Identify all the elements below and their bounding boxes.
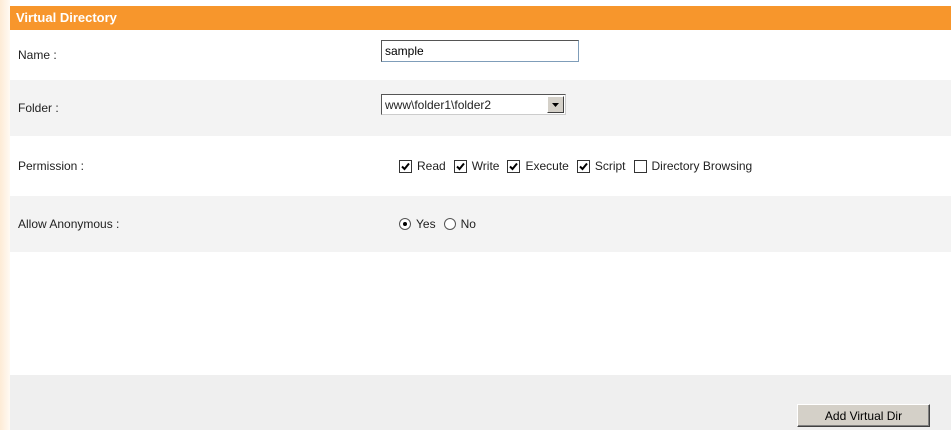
checkbox-unchecked-icon[interactable]	[633, 159, 647, 173]
permission-row: Permission : Read Write Execute Script Direc…	[10, 136, 951, 196]
anonymous-options: Yes No	[399, 217, 484, 231]
radio-unselected-icon[interactable]	[443, 218, 456, 230]
permission-option[interactable]: Execute	[507, 159, 569, 173]
side-accent	[0, 0, 10, 430]
anonymous-option-label: Yes	[416, 217, 436, 231]
permission-option-label: Write	[471, 159, 500, 173]
add-virtual-dir-button[interactable]: Add Virtual Dir	[797, 404, 930, 427]
permission-option-label: Script	[594, 159, 626, 173]
checkbox-checked-icon[interactable]	[576, 159, 590, 173]
radio-selected-icon[interactable]	[399, 218, 411, 230]
checkbox-checked-icon[interactable]	[453, 159, 467, 173]
checkbox-checked-icon[interactable]	[507, 159, 521, 173]
anonymous-row: Allow Anonymous : Yes No	[10, 196, 951, 252]
permission-option[interactable]: Directory Browsing	[633, 159, 753, 173]
anonymous-option-label: No	[460, 217, 476, 231]
permission-label: Permission :	[18, 159, 85, 173]
chevron-down-icon[interactable]	[547, 96, 564, 113]
name-input[interactable]	[381, 40, 579, 62]
name-row: Name :	[10, 30, 951, 80]
anonymous-option[interactable]: No	[443, 217, 476, 231]
permission-option[interactable]: Write	[453, 159, 500, 173]
name-label: Name :	[18, 48, 57, 62]
anonymous-option[interactable]: Yes	[399, 217, 436, 231]
folder-row: Folder : www\folder1\folder2	[10, 80, 951, 136]
folder-select[interactable]: www\folder1\folder2	[381, 94, 566, 115]
radio-dot	[403, 222, 407, 226]
checkbox-checked-icon[interactable]	[399, 159, 412, 173]
permission-option-label: Execute	[525, 159, 569, 173]
folder-label: Folder :	[18, 101, 59, 115]
anonymous-label: Allow Anonymous :	[18, 217, 120, 231]
folder-select-value: www\folder1\folder2	[385, 97, 492, 112]
permission-option[interactable]: Script	[576, 159, 626, 173]
permission-option-label: Read	[417, 159, 446, 173]
permission-option-label: Directory Browsing	[651, 159, 753, 173]
permission-options: Read Write Execute Script Directory Browsing	[399, 159, 760, 173]
permission-option[interactable]: Read	[399, 159, 446, 173]
panel-title: Virtual Directory	[10, 6, 951, 30]
